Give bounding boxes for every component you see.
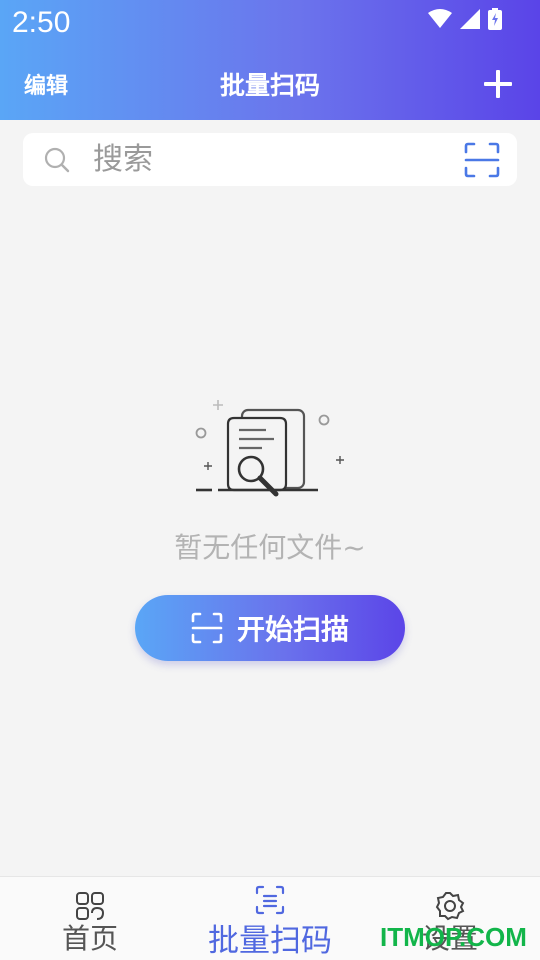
start-scan-label: 开始扫描	[236, 614, 349, 645]
tab-batch-label: 批量扫码	[208, 923, 332, 959]
search-input[interactable]	[93, 133, 453, 186]
signal-icon	[460, 9, 480, 29]
empty-message: 暂无任何文件~	[174, 531, 366, 564]
tab-home-label: 首页	[61, 922, 118, 955]
watermark: ITMOP.COM	[380, 922, 527, 952]
nav-bar: 编辑 批量扫码	[0, 52, 540, 116]
battery-charging-icon	[488, 8, 502, 30]
scan-icon	[191, 612, 223, 644]
tab-batch-scan[interactable]: 批量扫码	[190, 877, 350, 960]
scan-icon[interactable]	[464, 142, 500, 178]
document-search-illustration	[195, 400, 344, 497]
status-time: 2:50	[12, 6, 71, 39]
start-scan-button[interactable]: 开始扫描	[135, 595, 405, 661]
tab-home[interactable]: 首页	[30, 877, 150, 960]
wifi-icon	[428, 9, 452, 28]
search-icon	[44, 147, 70, 173]
status-icons	[428, 8, 502, 30]
scan-list-icon	[255, 885, 285, 915]
search-bar	[23, 133, 517, 186]
plus-icon[interactable]	[482, 68, 514, 100]
page-title: 批量扫码	[219, 71, 320, 100]
header: 2:50 编辑 批量扫码	[0, 0, 540, 120]
